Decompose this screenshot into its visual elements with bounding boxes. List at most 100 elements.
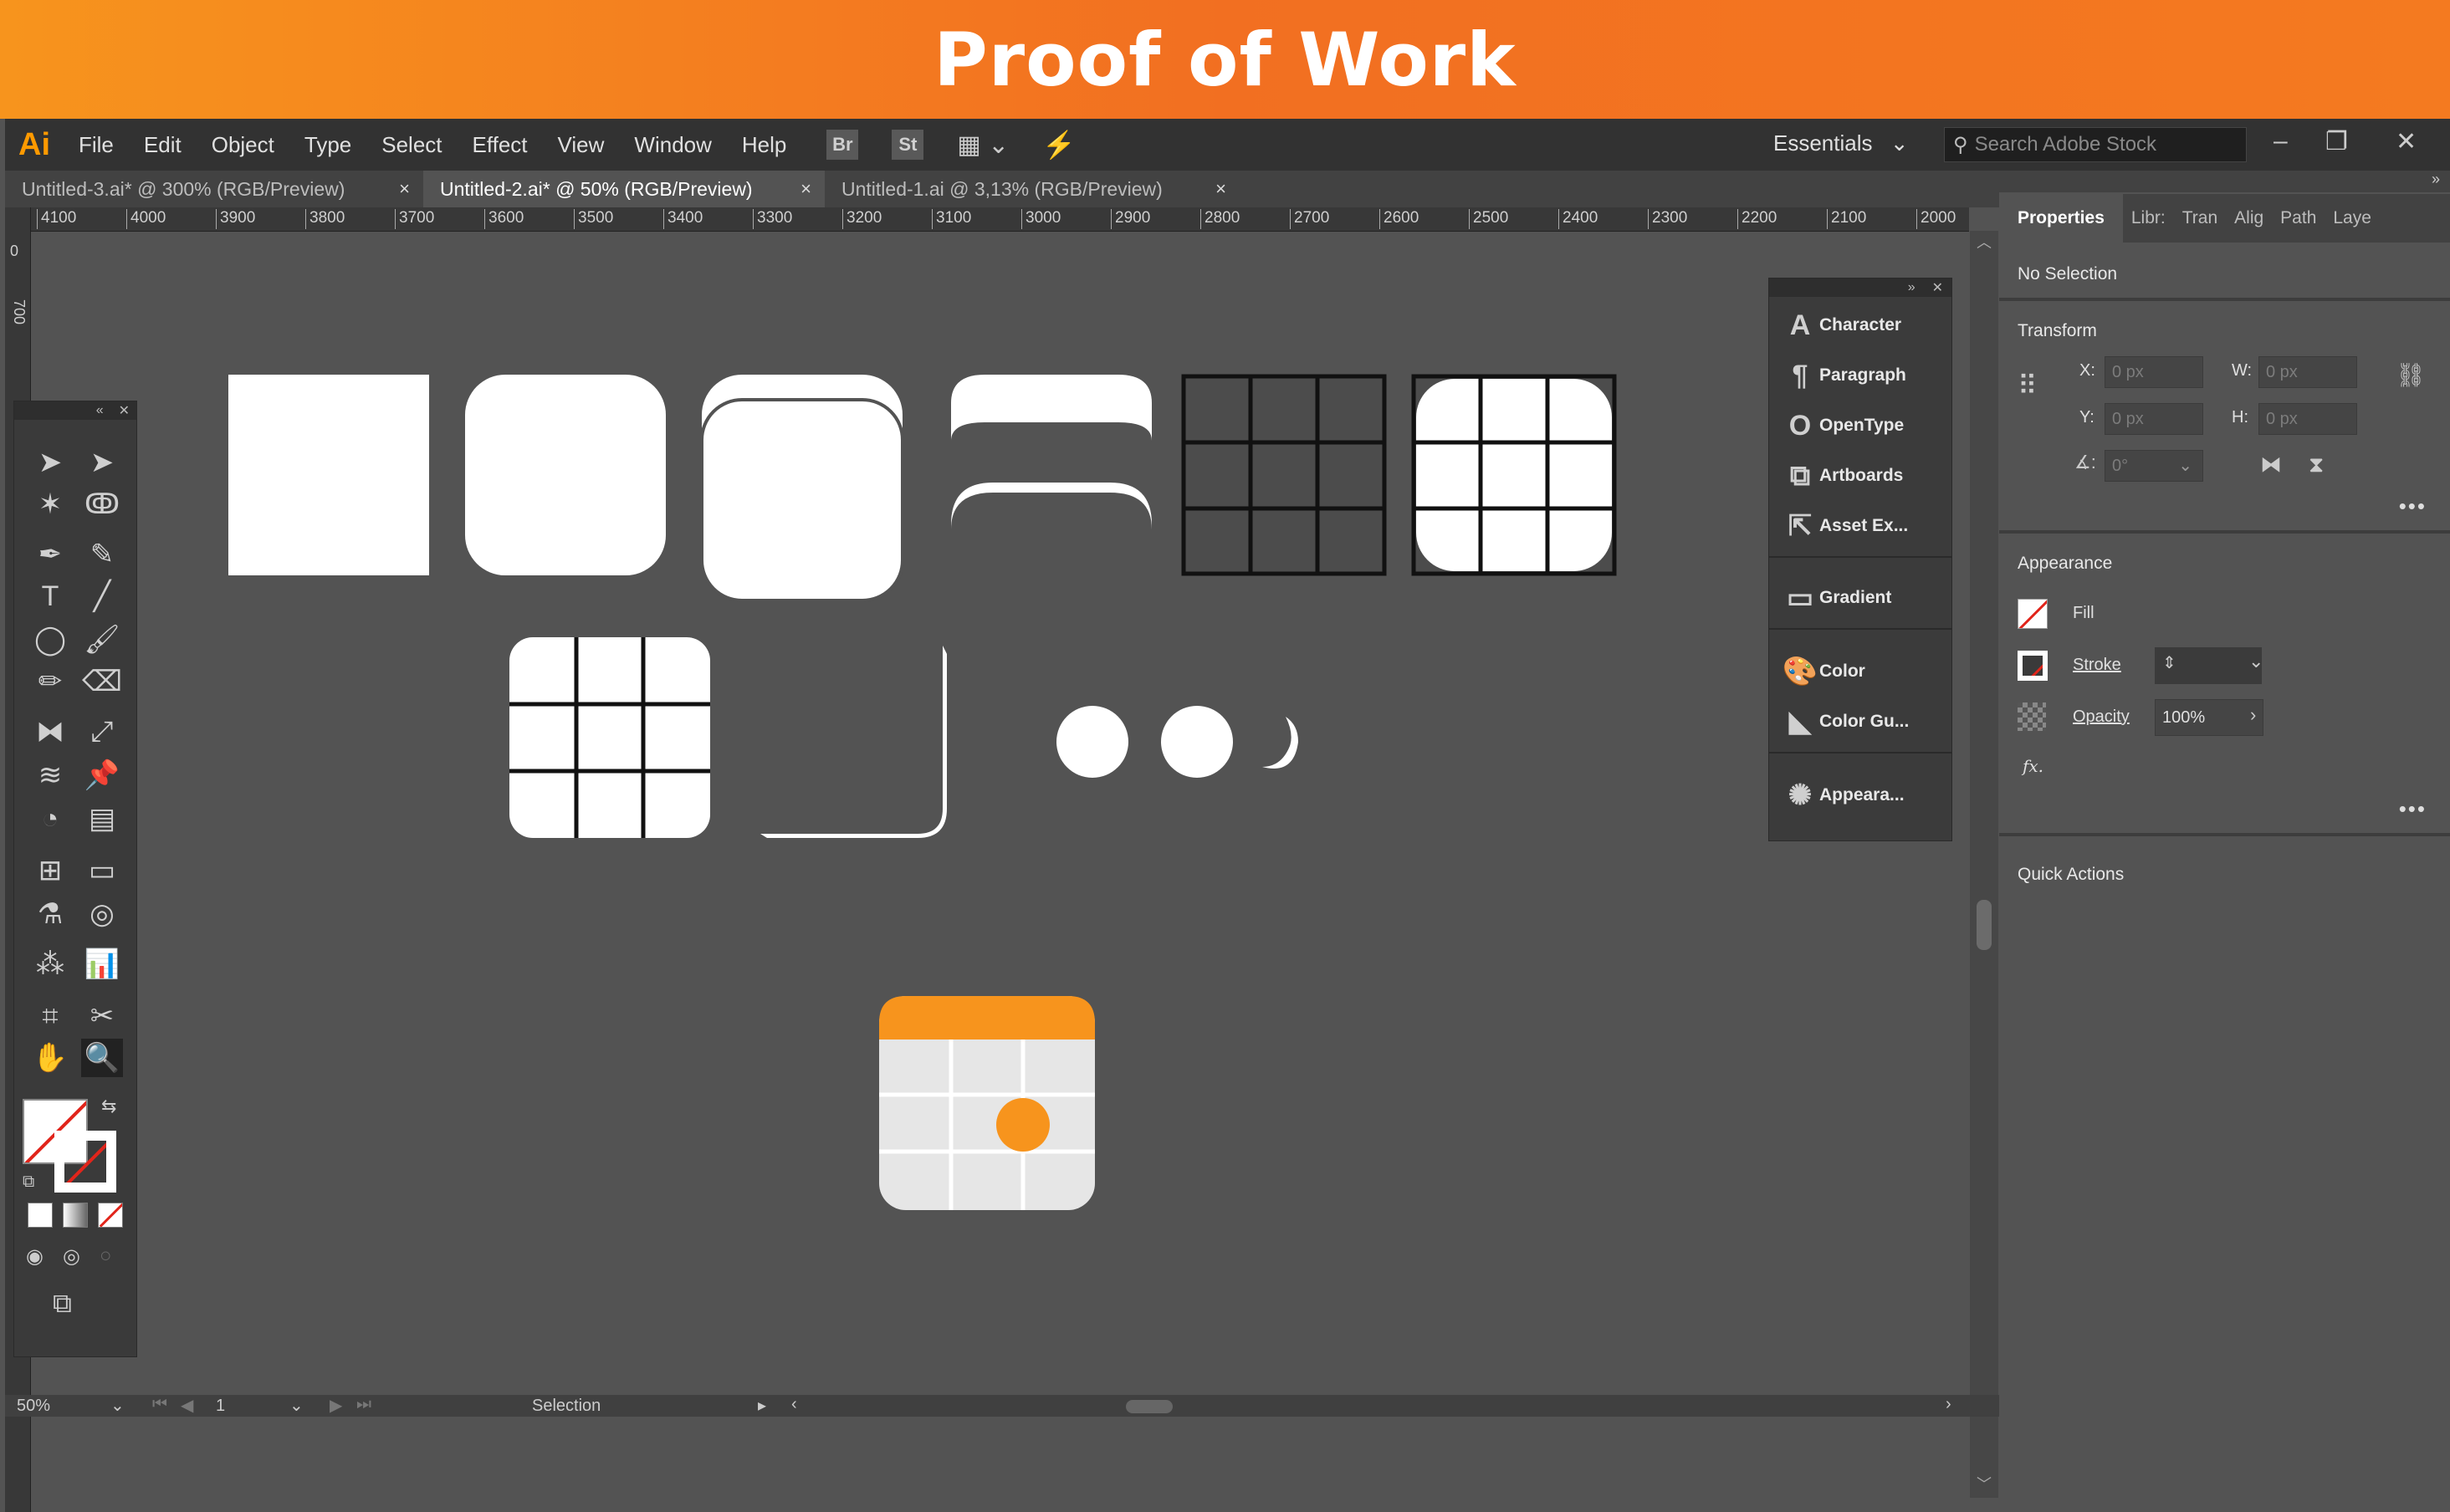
flip-vertical-icon[interactable]: ⧗ — [2309, 452, 2324, 478]
scroll-right-icon[interactable]: › — [1946, 1395, 1951, 1414]
h-field[interactable]: 0 px — [2258, 403, 2357, 435]
type-tool-icon[interactable]: T — [29, 577, 71, 616]
screen-mode-icon[interactable]: ⧉ — [53, 1288, 72, 1320]
close-tab-icon[interactable]: × — [399, 178, 410, 200]
artboard-tool-icon[interactable]: ⌗ — [29, 997, 71, 1035]
close-window-icon[interactable]: ✕ — [2396, 127, 2417, 156]
tab-pathfinder[interactable]: Path — [2272, 194, 2325, 243]
dock-header[interactable]: » ✕ — [1769, 278, 1951, 297]
tab-untitled-2[interactable]: Untitled-2.ai* @ 50% (RGB/Preview) × — [423, 171, 825, 207]
prev-artboard-icon[interactable]: ◀ — [181, 1395, 193, 1416]
panel-character[interactable]: A Character — [1769, 302, 1951, 349]
mesh-tool-icon[interactable]: ⊞ — [29, 851, 71, 890]
tab-libraries[interactable]: Libr: — [2123, 194, 2174, 243]
restore-icon[interactable]: ❐ — [2325, 127, 2348, 156]
stroke-swatch-none[interactable] — [2018, 651, 2048, 681]
menu-view[interactable]: View — [543, 132, 620, 158]
next-artboard-icon[interactable]: ▶ — [330, 1395, 342, 1416]
tab-layers[interactable]: Laye — [2325, 194, 2380, 243]
gradient-tool-icon[interactable]: ▭ — [81, 851, 123, 890]
more-options-icon[interactable]: ••• — [2399, 796, 2427, 822]
workspace-switcher[interactable]: Essentials ⌄ — [1773, 130, 1909, 156]
collapse-panel-icon[interactable]: « — [96, 403, 104, 418]
gpu-performance-icon[interactable]: ⚡ — [1042, 129, 1076, 161]
direct-selection-tool-icon[interactable]: ➤ — [81, 443, 123, 482]
draw-normal-icon[interactable]: ◉ — [26, 1244, 43, 1269]
draw-behind-icon[interactable]: ◎ — [63, 1244, 80, 1269]
zoom-level[interactable]: 50% — [17, 1397, 50, 1416]
tab-align[interactable]: Alig — [2226, 194, 2272, 243]
blend-tool-icon[interactable]: ◎ — [81, 895, 123, 933]
symbol-sprayer-icon[interactable]: ⁂ — [29, 945, 71, 983]
shape-builder-icon[interactable]: ◔ — [29, 799, 71, 838]
flip-horizontal-icon[interactable]: ⧓ — [2260, 452, 2282, 478]
arrange-documents-icon[interactable]: ▦ ⌄ — [957, 130, 1009, 160]
menu-effect[interactable]: Effect — [458, 132, 543, 158]
close-panel-icon[interactable]: ✕ — [119, 402, 130, 419]
vertical-scrollbar[interactable]: ︿ ﹀ — [1970, 231, 1998, 1498]
opacity-label[interactable]: Opacity — [2073, 707, 2130, 727]
color-mode-icon[interactable] — [28, 1203, 53, 1228]
expand-panels-icon[interactable]: » — [1908, 280, 1916, 295]
pen-tool-icon[interactable]: ✒ — [29, 535, 71, 574]
tab-transform[interactable]: Tran — [2174, 194, 2226, 243]
panel-paragraph[interactable]: ¶ Paragraph — [1769, 352, 1951, 399]
paintbrush-tool-icon[interactable]: 🖌 — [81, 621, 123, 659]
scroll-down-icon[interactable]: ﹀ — [1970, 1473, 1998, 1494]
lasso-tool-icon[interactable]: ↂ — [81, 485, 123, 524]
hand-tool-icon[interactable]: ✋ — [29, 1039, 71, 1077]
draw-inside-icon[interactable]: ○ — [100, 1244, 112, 1268]
stock-search[interactable]: ⚲ Search Adobe Stock — [1944, 127, 2247, 162]
tab-untitled-3[interactable]: Untitled-3.ai* @ 300% (RGB/Preview) × — [5, 171, 423, 207]
panel-gradient[interactable]: ▭ Gradient — [1769, 575, 1951, 621]
expand-icon[interactable]: » — [2432, 171, 2440, 187]
stock-search-input[interactable]: Search Adobe Stock — [1975, 133, 2156, 156]
default-fill-stroke-icon[interactable]: ⧉ — [23, 1172, 34, 1192]
reflect-tool-icon[interactable]: ⧓ — [29, 713, 71, 751]
eyedropper-icon[interactable]: ⚗ — [29, 895, 71, 933]
x-field[interactable]: 0 px — [2105, 356, 2203, 388]
close-tab-icon[interactable]: × — [1215, 178, 1226, 200]
perspective-grid-icon[interactable]: ▤ — [81, 799, 123, 838]
graph-tool-icon[interactable]: 📊 — [81, 945, 123, 983]
panel-collapse-bar[interactable]: » — [1999, 171, 2450, 192]
chevron-right-icon[interactable]: › — [2250, 704, 2256, 726]
close-tab-icon[interactable]: × — [800, 178, 811, 200]
w-field[interactable]: 0 px — [2258, 356, 2357, 388]
gradient-mode-icon[interactable] — [63, 1203, 88, 1228]
swap-fill-stroke-icon[interactable]: ⇆ — [101, 1096, 116, 1117]
chevron-down-icon[interactable]: ⌄ — [2248, 651, 2263, 672]
tools-panel-header[interactable]: « ✕ — [14, 401, 136, 420]
zoom-dropdown-icon[interactable]: ⌄ — [110, 1395, 125, 1416]
horizontal-ruler[interactable]: 4100 4000 3900 3800 3700 3600 3500 3400 … — [30, 207, 1969, 232]
menu-object[interactable]: Object — [197, 132, 289, 158]
scroll-thumb[interactable] — [1977, 900, 1992, 950]
menu-window[interactable]: Window — [619, 132, 726, 158]
panel-asset-export[interactable]: ⇱ Asset Ex... — [1769, 503, 1951, 549]
artboard-number[interactable]: 1 — [216, 1397, 225, 1416]
rotate-field[interactable]: 0° ⌄ — [2105, 450, 2203, 482]
stroke-weight-field[interactable]: ⇕ — [2155, 647, 2262, 684]
menu-type[interactable]: Type — [289, 132, 366, 158]
opacity-field[interactable]: 100% — [2155, 699, 2263, 736]
slice-tool-icon[interactable]: ✂ — [81, 997, 123, 1035]
curvature-tool-icon[interactable]: ✎ — [81, 535, 123, 574]
status-menu-icon[interactable]: ▸ — [758, 1395, 766, 1416]
none-mode-icon[interactable] — [98, 1203, 123, 1228]
constrain-proportions-icon[interactable]: ⛓ — [2396, 361, 2426, 389]
pencil-tool-icon[interactable]: ✏ — [29, 662, 71, 701]
y-field[interactable]: 0 px — [2105, 403, 2203, 435]
stepper-icon[interactable]: ⇕ — [2162, 654, 2176, 672]
panel-artboards[interactable]: ⧉ Artboards — [1769, 452, 1951, 499]
last-artboard-icon[interactable]: ⏭ — [356, 1395, 371, 1414]
stroke-label[interactable]: Stroke — [2073, 656, 2121, 675]
ellipse-tool-icon[interactable]: ◯ — [29, 621, 71, 659]
warp-tool-icon[interactable]: ≋ — [29, 756, 71, 794]
scale-tool-icon[interactable]: ⤢ — [81, 713, 123, 751]
tab-properties[interactable]: Properties — [1999, 194, 2123, 243]
first-artboard-icon[interactable]: ⏮ — [152, 1395, 167, 1414]
eraser-tool-icon[interactable]: ⌫ — [81, 662, 123, 701]
scroll-up-icon[interactable]: ︿ — [1970, 231, 1998, 253]
selection-tool-icon[interactable]: ➤ — [29, 443, 71, 482]
more-options-icon[interactable]: ••• — [2399, 493, 2427, 519]
